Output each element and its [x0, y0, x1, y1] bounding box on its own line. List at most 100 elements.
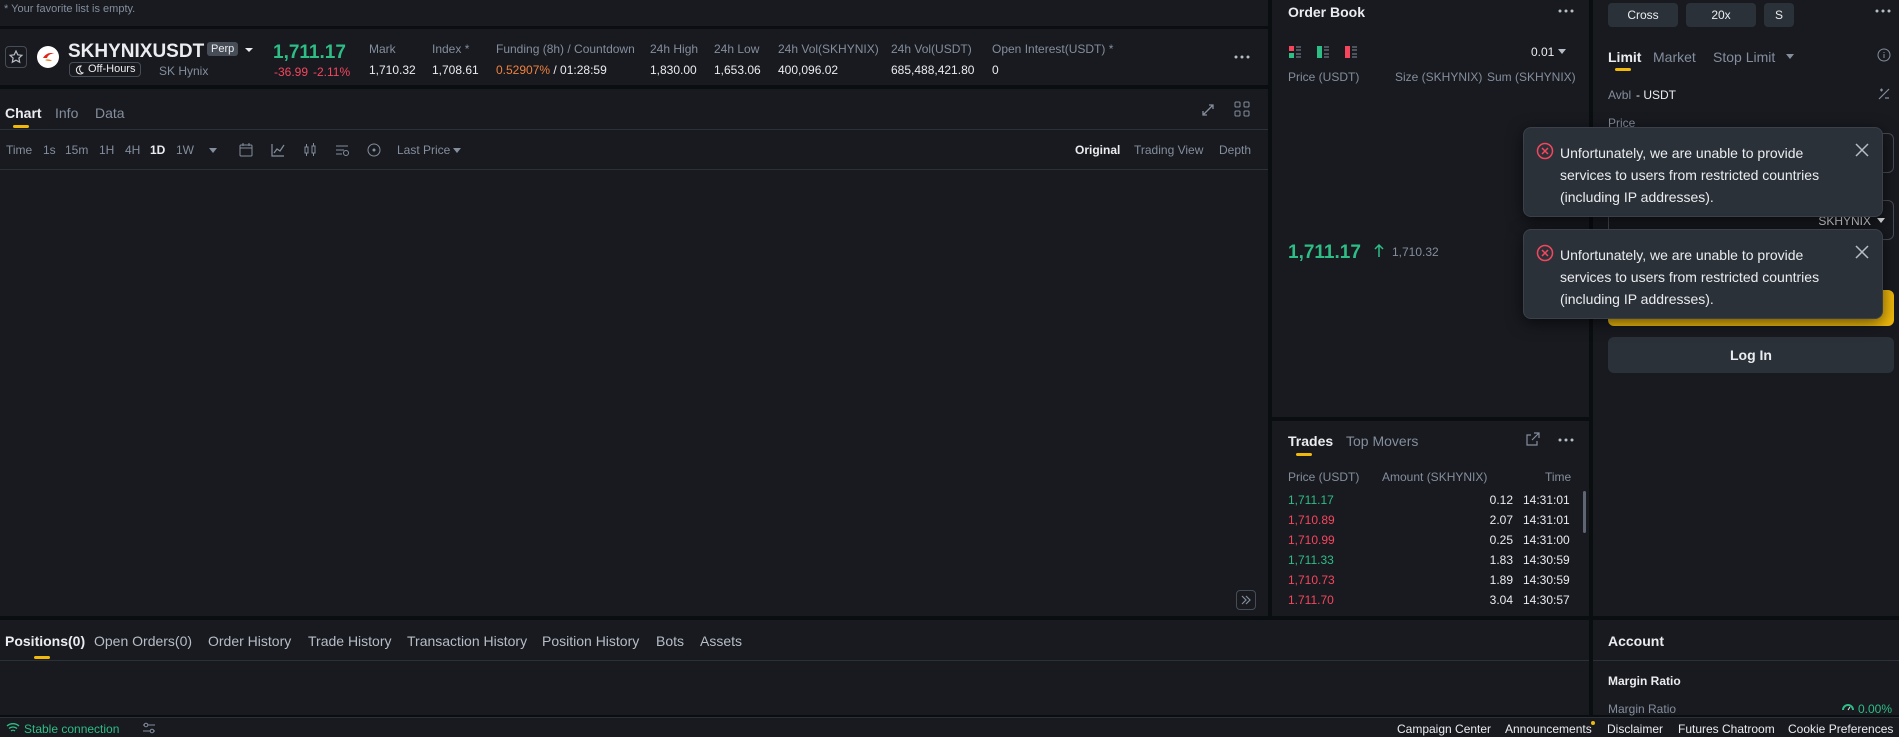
session-status-text: Off-Hours — [88, 63, 136, 75]
asset-name: SK Hynix — [159, 64, 209, 78]
trade-time: 14:30:57 — [1523, 593, 1570, 604]
popout-icon[interactable] — [1526, 432, 1540, 446]
timeframe-4h[interactable]: 4H — [125, 143, 140, 157]
funding-field: Funding (8h) / Countdown 0.52907% / 01:2… — [496, 42, 635, 77]
margin-mode-button[interactable]: Cross — [1608, 3, 1678, 27]
open-interest-label: Open Interest(USDT) * — [992, 42, 1114, 56]
tab-data[interactable]: Data — [95, 105, 125, 121]
high-field: 24h High 1,830.00 — [650, 42, 698, 77]
candlestick-icon[interactable] — [302, 142, 318, 158]
notification-dot — [1591, 721, 1595, 725]
view-trading-view[interactable]: Trading View — [1134, 143, 1203, 157]
order-book-more-icon[interactable] — [1558, 9, 1574, 13]
settings-sliders-icon[interactable] — [142, 722, 156, 734]
view-original[interactable]: Original — [1075, 143, 1120, 157]
toast-message: Unfortunately, we are unable to provide … — [1560, 247, 1820, 307]
price-type-caret-icon[interactable] — [453, 148, 461, 153]
close-icon[interactable] — [1854, 244, 1870, 260]
margin-ratio-heading: Margin Ratio — [1608, 674, 1681, 688]
footer-disclaimer[interactable]: Disclaimer — [1607, 722, 1663, 736]
collapse-toolbar-button[interactable] — [1236, 590, 1256, 610]
transfer-icon[interactable] — [1877, 87, 1891, 101]
stop-limit-caret-icon[interactable] — [1786, 54, 1794, 59]
margin-ratio-label: Margin Ratio — [1608, 702, 1677, 716]
book-asks-icon[interactable] — [1345, 46, 1357, 58]
tab-position-history[interactable]: Position History — [542, 633, 639, 649]
book-both-icon[interactable] — [1289, 46, 1301, 58]
tab-assets[interactable]: Assets — [700, 633, 742, 649]
double-chevron-right-icon — [1241, 595, 1251, 605]
timeframe-time[interactable]: Time — [6, 143, 32, 157]
footer-futures-chatroom[interactable]: Futures Chatroom — [1678, 722, 1775, 736]
book-bids-icon[interactable] — [1317, 46, 1329, 58]
asset-mode-button[interactable]: S — [1764, 3, 1794, 27]
index-field: Index * 1,708.61 — [432, 42, 479, 77]
trades-more-icon[interactable] — [1558, 438, 1574, 442]
last-price: 1,711.17 — [273, 42, 346, 63]
moon-icon — [75, 65, 84, 75]
tab-positions[interactable]: Positions(0) — [5, 633, 85, 649]
session-status-badge: Off-Hours — [69, 62, 142, 77]
divider — [1593, 660, 1899, 661]
size-unit-caret-icon[interactable] — [1877, 218, 1885, 223]
footer-campaign-center[interactable]: Campaign Center — [1397, 722, 1491, 736]
calendar-icon[interactable] — [238, 142, 254, 158]
tab-trade-history[interactable]: Trade History — [308, 633, 392, 649]
price-type-select[interactable]: Last Price — [397, 143, 450, 157]
trade-price: 1,711.70 — [1288, 593, 1334, 604]
trade-price: 1,710.73 — [1288, 573, 1335, 587]
chart-settings-icon[interactable] — [334, 142, 350, 158]
tab-bots[interactable]: Bots — [656, 633, 684, 649]
order-type-limit[interactable]: Limit — [1608, 49, 1641, 65]
expand-icon[interactable] — [1200, 102, 1216, 118]
more-icon[interactable] — [1234, 55, 1250, 59]
trade-row: 1,711.33 1.83 14:30:59 — [1288, 553, 1571, 573]
trade-time: 14:31:01 — [1523, 513, 1570, 527]
tick-size-caret-icon[interactable] — [1558, 49, 1566, 54]
tab-chart[interactable]: Chart — [5, 105, 42, 121]
layout-grid-icon[interactable] — [1233, 100, 1251, 118]
trade-time: 14:30:59 — [1523, 573, 1570, 587]
tab-info[interactable]: Info — [55, 105, 78, 121]
timeframe-1w[interactable]: 1W — [176, 143, 194, 157]
low-value: 1,653.06 — [714, 63, 761, 77]
info-icon[interactable] — [1877, 48, 1891, 62]
favorite-star-button[interactable] — [5, 46, 27, 68]
timeframe-dropdown-caret-icon[interactable] — [209, 148, 217, 153]
tab-transaction-history[interactable]: Transaction History — [407, 633, 527, 649]
tab-top-movers[interactable]: Top Movers — [1346, 433, 1418, 449]
mark-value: 1,710.32 — [369, 63, 416, 77]
symbol-dropdown-caret-icon[interactable] — [244, 47, 254, 53]
timeframe-1s[interactable]: 1s — [43, 143, 56, 157]
footer-announcements[interactable]: Announcements — [1505, 722, 1592, 736]
sk-hynix-logo-icon — [43, 53, 54, 61]
timeframe-1d[interactable]: 1D — [150, 143, 165, 157]
price-change-abs: -36.99 — [274, 65, 309, 79]
order-type-market[interactable]: Market — [1653, 49, 1696, 65]
order-form-more-icon[interactable] — [1875, 9, 1891, 13]
low-label: 24h Low — [714, 42, 760, 56]
timeframe-1h[interactable]: 1H — [99, 143, 114, 157]
leverage-button[interactable]: 20x — [1686, 3, 1756, 27]
trade-row: 1,711.17 0.12 14:31:01 — [1288, 493, 1571, 513]
order-type-stop-limit[interactable]: Stop Limit — [1713, 49, 1775, 65]
tab-trades[interactable]: Trades — [1288, 433, 1333, 449]
tab-order-history[interactable]: Order History — [208, 633, 291, 649]
timeframe-15m[interactable]: 15m — [65, 143, 88, 157]
indicator-icon[interactable] — [270, 142, 286, 158]
vol-quote-field: 24h Vol(USDT) 685,488,421.80 — [891, 42, 974, 77]
toolbar-divider — [0, 169, 1268, 170]
close-icon[interactable] — [1854, 142, 1870, 158]
ob-header-sum: Sum (SKHYNIX) — [1487, 70, 1576, 84]
divider — [0, 129, 1268, 130]
tick-size-select[interactable]: 0.01 — [1531, 45, 1554, 59]
ob-header-price: Price (USDT) — [1288, 70, 1360, 84]
footer-cookie-preferences[interactable]: Cookie Preferences — [1788, 722, 1893, 736]
error-icon — [1536, 142, 1554, 160]
symbol-title[interactable]: SKHYNIXUSDT — [68, 41, 204, 63]
view-depth[interactable]: Depth — [1219, 143, 1251, 157]
trade-price: 1,710.89 — [1288, 513, 1335, 527]
tab-open-orders[interactable]: Open Orders(0) — [94, 633, 192, 649]
login-button[interactable]: Log In — [1608, 337, 1894, 373]
crosshair-icon[interactable] — [366, 142, 382, 158]
